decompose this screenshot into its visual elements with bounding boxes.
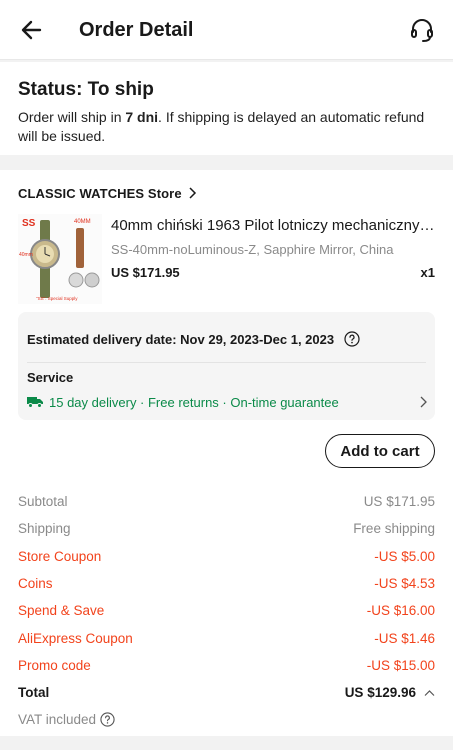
image-side-label: 40mm [19,252,33,258]
estimated-delivery-row: Estimated delivery date: Nov 29, 2023-De… [27,331,360,347]
service-text: 15 day delivery · Free returns · On-time… [49,394,339,410]
summary-label: Subtotal [18,494,68,510]
price-summary: Subtotal US $171.95 Shipping Free shippi… [18,488,435,733]
status-desc-prefix: Order will ship in [18,109,126,125]
summary-row-promo-code: Promo code -US $15.00 [18,652,435,679]
chevron-right-icon [420,396,427,408]
summary-value: -US $4.53 [374,576,435,592]
back-button[interactable] [18,16,46,44]
store-link[interactable]: CLASSIC WATCHES Store [18,183,197,203]
summary-row-aliexpress-coupon: AliExpress Coupon -US $1.46 [18,624,435,651]
product-image[interactable]: SS 40MM 40mm "SS": Special Supply [18,214,102,304]
vat-label: VAT included [18,712,97,728]
total-value-group: US $129.96 [345,685,435,700]
ship-days: 7 dni [125,109,159,125]
product-title[interactable]: 40mm chiński 1963 Pilot lotniczy mechani… [111,216,437,236]
delivery-info-box: Estimated delivery date: Nov 29, 2023-De… [18,312,435,420]
summary-row-total[interactable]: Total US $129.96 [18,679,435,706]
summary-value: -US $16.00 [366,603,435,619]
summary-row-subtotal: Subtotal US $171.95 [18,488,435,515]
arrow-left-icon [21,20,42,40]
service-label: Service [27,370,74,385]
headset-icon [411,19,433,42]
summary-label: Coins [18,576,53,592]
chevron-right-icon [189,187,196,199]
total-label: Total [18,685,50,701]
order-status-card: Status: To ship Order will ship in 7 dni… [0,62,453,155]
summary-row-shipping: Shipping Free shipping [18,515,435,542]
image-badge-right: 40MM [74,219,91,225]
summary-row-coins: Coins -US $4.53 [18,570,435,597]
summary-label: Shipping [18,521,71,537]
customer-support-button[interactable] [407,15,437,45]
summary-label: AliExpress Coupon [18,630,133,646]
app-header: Order Detail [0,0,453,60]
product-quantity: x1 [420,265,435,280]
estimated-delivery-date: Estimated delivery date: Nov 29, 2023-De… [27,331,335,347]
page-title: Order Detail [79,19,194,41]
status-title: Status: To ship [18,79,154,100]
summary-value: -US $5.00 [374,548,435,564]
add-to-cart-button[interactable]: Add to cart [325,434,435,468]
vat-row: VAT included [18,706,435,733]
total-value: US $129.96 [344,685,416,701]
store-name: CLASSIC WATCHES Store [18,185,182,201]
chevron-up-icon[interactable] [424,689,435,697]
summary-row-store-coupon: Store Coupon -US $5.00 [18,543,435,570]
summary-label: Promo code [18,657,91,673]
question-icon[interactable] [344,331,360,347]
image-footer-label: "SS": Special Supply [36,296,78,301]
product-price: US $171.95 [111,265,180,280]
summary-label: Spend & Save [18,603,105,619]
summary-value: -US $1.46 [374,630,435,646]
image-badge-left: SS [22,218,36,229]
truck-icon [27,397,43,408]
watch-image: SS 40MM 40mm "SS": Special Supply [18,214,102,304]
product-variant: SS-40mm-noLuminous-Z, Sapphire Mirror, C… [111,242,394,257]
order-items-card: CLASSIC WATCHES Store SS 40MM 40mm "SS":… [0,170,453,736]
summary-value: US $171.95 [363,494,435,510]
service-guarantee-row[interactable]: 15 day delivery · Free returns · On-time… [27,392,427,412]
divider [27,362,426,363]
status-description: Order will ship in 7 dni. If shipping is… [18,108,438,146]
question-icon[interactable] [100,712,115,727]
summary-row-spend-save: Spend & Save -US $16.00 [18,597,435,624]
summary-value: -US $15.00 [366,657,435,673]
summary-value: Free shipping [353,521,435,537]
summary-label: Store Coupon [18,548,102,564]
